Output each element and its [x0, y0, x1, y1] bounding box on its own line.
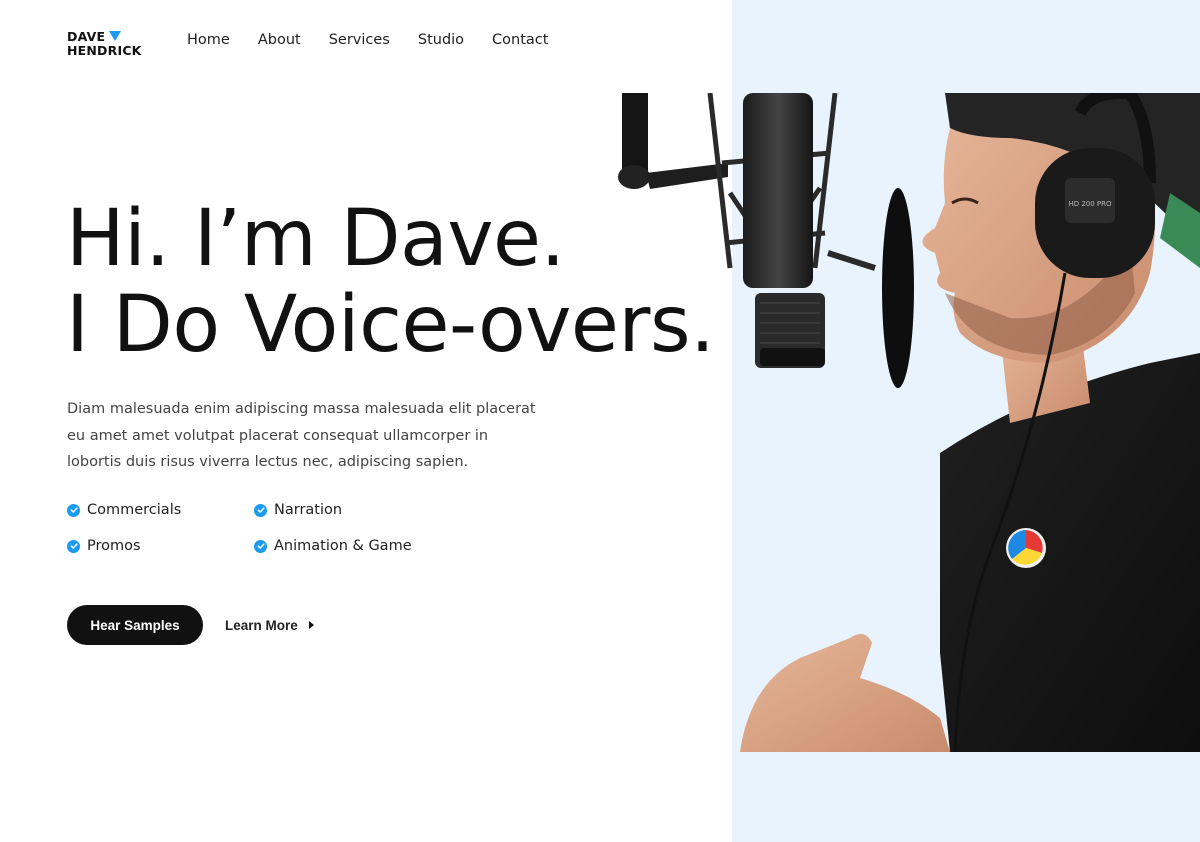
nav-link-home[interactable]: Home — [187, 32, 230, 48]
feature-label: Narration — [274, 502, 343, 518]
nav-link-services[interactable]: Services — [329, 32, 390, 48]
hero-photo: HD 200 PRO — [610, 93, 1200, 752]
hand-shape — [740, 634, 950, 752]
brand-logo-line1: DAVE — [67, 29, 106, 44]
boom-arm-shape — [622, 93, 648, 171]
feature-item-commercials: Commercials — [67, 500, 254, 520]
learn-more-link[interactable]: Learn More — [225, 615, 314, 635]
learn-more-label: Learn More — [225, 617, 298, 633]
nav-link-contact[interactable]: Contact — [492, 32, 548, 48]
check-circle-icon — [67, 503, 80, 517]
feature-item-narration: Narration — [254, 500, 454, 520]
check-circle-icon — [254, 503, 267, 517]
feature-label: Promos — [87, 538, 141, 554]
hear-samples-button[interactable]: Hear Samples — [67, 605, 203, 645]
hero-description: Diam malesuada enim adipiscing massa mal… — [67, 401, 536, 470]
triangle-icon — [109, 31, 122, 41]
feature-item-promos: Promos — [67, 536, 254, 556]
brand-logo-line2: HENDRICK — [67, 43, 142, 58]
feature-list: Commercials Narration Promos Animation &… — [67, 500, 487, 556]
headphone-label: HD 200 PRO — [1068, 200, 1112, 208]
pop-filter-shape — [882, 188, 914, 388]
main-nav: Home About Services Studio Contact — [187, 32, 576, 48]
check-circle-icon — [254, 539, 267, 553]
nav-link-studio[interactable]: Studio — [418, 32, 464, 48]
feature-label: Commercials — [87, 502, 182, 518]
feature-label: Animation & Game — [274, 538, 412, 554]
brand-logo[interactable]: DAVE HENDRICK — [67, 30, 142, 58]
feature-item-animation-game: Animation & Game — [254, 536, 454, 556]
shirt-shape — [940, 353, 1200, 752]
nav-link-about[interactable]: About — [258, 32, 301, 48]
caret-right-icon — [308, 621, 314, 629]
check-circle-icon — [67, 539, 80, 553]
microphone-shape — [743, 93, 813, 288]
